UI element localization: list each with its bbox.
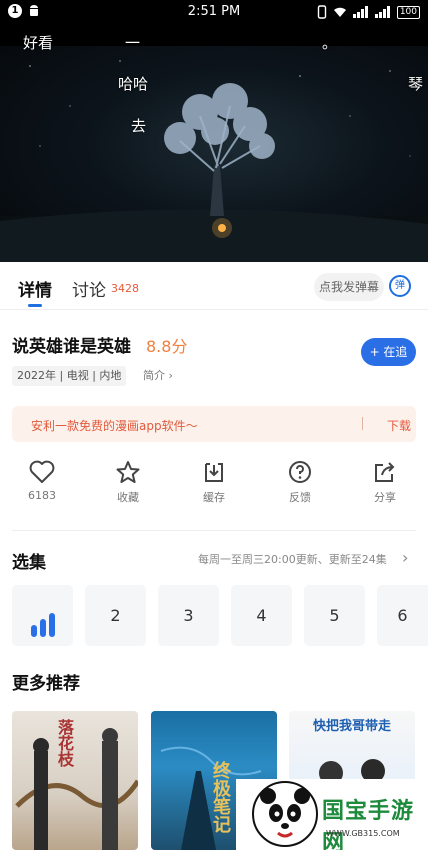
episode-item[interactable]: 3: [158, 585, 219, 646]
signal-icon-2: [374, 6, 390, 18]
danmaku-comment: 琴: [408, 75, 424, 93]
like-button[interactable]: 6183: [12, 460, 72, 502]
danmaku-input[interactable]: 点我发弹幕: [314, 273, 384, 301]
tab-active-indicator: [28, 304, 42, 307]
panda-logo-icon: [252, 781, 318, 847]
episode-1-playing[interactable]: [12, 585, 73, 646]
ad-divider: [362, 417, 363, 430]
playing-bar: [48, 613, 55, 637]
episodes-more-icon[interactable]: ›: [402, 548, 408, 567]
danmaku-comment: 。: [322, 34, 338, 52]
ad-text: 安利一款免费的漫画app软件〜: [31, 419, 198, 433]
video-player[interactable]: 好看 一 。 哈哈 琴 去: [0, 24, 428, 262]
cache-button[interactable]: 缓存: [184, 460, 244, 505]
poster-title: 落花枝: [55, 719, 74, 767]
watermark-title: 国宝手游网: [322, 799, 415, 850]
tab-detail[interactable]: 详情: [18, 276, 52, 301]
watermark-url: WWW.GB315.COM: [326, 829, 400, 838]
share-icon: [375, 462, 395, 482]
danmaku-comment: 哈哈: [118, 75, 149, 93]
favorite-button[interactable]: 收藏: [98, 460, 158, 505]
status-bar: 1 2:51 PM 100: [0, 0, 428, 24]
wifi-icon: [333, 7, 346, 17]
episode-item[interactable]: 2: [85, 585, 146, 646]
site-watermark: 国宝手游网 WWW.GB315.COM: [236, 779, 428, 850]
tree-scene: [0, 60, 428, 262]
episode-item[interactable]: 4: [231, 585, 292, 646]
danmaku-comment: 好看: [23, 34, 54, 52]
share-button[interactable]: 分享: [355, 460, 415, 505]
discuss-count: 3428: [111, 282, 139, 295]
show-score: 8.8分: [146, 337, 188, 356]
detail-tabs: 详情 讨论 3428 点我发弹幕 弹: [0, 262, 428, 310]
vibrate-icon: [317, 5, 327, 19]
episodes-update-info[interactable]: 每周一至周三20:00更新、更新至24集: [198, 551, 387, 567]
playing-bar: [30, 625, 37, 637]
follow-button[interactable]: + 在追: [361, 338, 416, 366]
danmaku-comment: 一: [125, 34, 141, 52]
danmaku-toggle-icon[interactable]: 弹: [389, 275, 411, 297]
favorite-label: 收藏: [117, 491, 139, 504]
playing-bar: [39, 619, 46, 637]
poster-1[interactable]: 落花枝: [12, 711, 138, 850]
star-icon: [116, 461, 140, 483]
episode-item[interactable]: 5: [304, 585, 365, 646]
question-icon: [289, 461, 311, 483]
cache-label: 缓存: [203, 491, 225, 504]
video-frame: [0, 46, 428, 262]
download-icon: [205, 463, 223, 482]
signal-icon: [352, 6, 368, 18]
heart-icon: [29, 460, 55, 483]
episode-item[interactable]: 6: [377, 585, 428, 646]
feedback-label: 反馈: [289, 491, 311, 504]
poster-title: 终极笔记: [210, 761, 231, 833]
poster-title: 快把我哥带走: [312, 719, 391, 734]
show-meta: 2022年 | 电视 | 内地: [12, 366, 127, 386]
ad-download-button[interactable]: 下载: [387, 417, 411, 434]
intro-link[interactable]: 简介 ›: [143, 367, 173, 383]
ad-banner[interactable]: 安利一款免费的漫画app软件〜 下载: [12, 406, 416, 442]
feedback-button[interactable]: 反馈: [270, 460, 330, 505]
share-label: 分享: [374, 491, 396, 504]
battery-icon: 100: [396, 5, 420, 19]
episodes-title: 选集: [12, 553, 46, 573]
show-title: 说英雄谁是英雄: [12, 337, 131, 357]
tab-discuss[interactable]: 讨论: [72, 276, 106, 301]
divider: [12, 530, 416, 531]
like-count: 6183: [28, 489, 56, 502]
danmaku-comment: 去: [131, 117, 147, 135]
recommend-title: 更多推荐: [12, 674, 80, 694]
action-row: 6183 收藏 缓存 反馈 分享: [0, 460, 428, 520]
